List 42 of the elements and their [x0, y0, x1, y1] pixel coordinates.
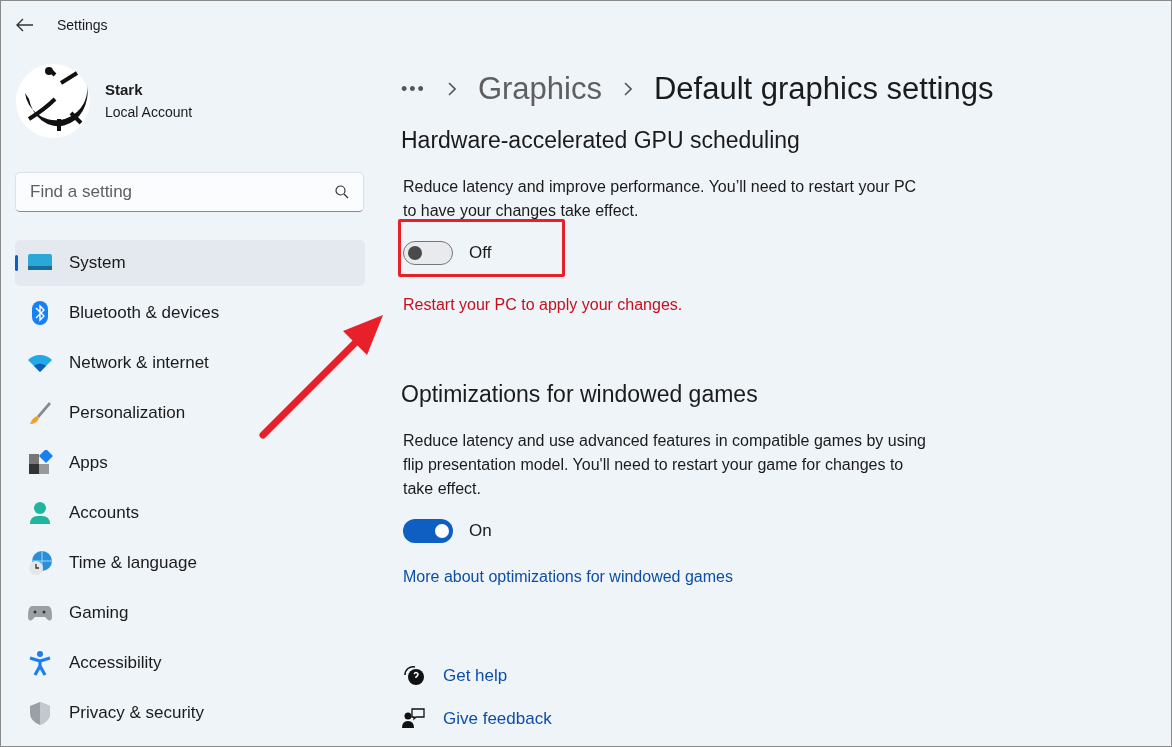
account-name: Stark [105, 80, 144, 101]
breadcrumb-item: Default graphics settings [653, 69, 994, 108]
section-title: Hardware-accelerated GPU scheduling [401, 126, 801, 155]
search-icon [335, 185, 349, 199]
sidebar-item[interactable]: Bluetooth & devices [15, 290, 365, 336]
toggle-label: Off [469, 242, 492, 265]
chevron-icon [447, 82, 456, 96]
breadcrumb-item[interactable]: Graphics [477, 65, 602, 113]
sidebar-item[interactable]: Personalization [15, 390, 365, 436]
person-icon [27, 500, 53, 526]
sidebar-item[interactable]: Time & language [15, 540, 365, 586]
paintbrush-icon [27, 400, 53, 426]
sidebar-item[interactable]: Apps [15, 440, 365, 486]
search-field[interactable]: Find a setting [15, 172, 364, 212]
account-type: Local Account [105, 102, 193, 122]
more-button[interactable]: ••• [401, 75, 426, 103]
sidebar-item[interactable]: Gaming [15, 590, 365, 636]
help-link[interactable]: Get help [443, 663, 508, 689]
help-icon [401, 664, 425, 687]
apps-icon [27, 450, 53, 476]
window-title: Settings [57, 15, 108, 35]
globe-clock-icon [27, 550, 53, 576]
avatar-icon [15, 63, 91, 139]
sidebar-item[interactable]: Network & internet [15, 340, 365, 386]
sidebar-item[interactable]: Accounts [15, 490, 365, 536]
section-title: Optimizations for windowed games [401, 380, 759, 409]
accessibility-icon [27, 650, 53, 676]
sidebar-item[interactable]: Privacy & security [15, 690, 365, 736]
learn-more-link[interactable]: More about optimizations for windowed games [403, 565, 1171, 589]
help-link[interactable]: Give feedback [443, 705, 552, 731]
warning-text: Restart your PC to apply your changes. [403, 295, 684, 315]
toggle-switch[interactable] [403, 519, 453, 543]
sidebar-item[interactable]: System [15, 240, 365, 286]
wifi-icon [27, 352, 53, 374]
feedback-icon [401, 707, 425, 730]
section-description: Reduce latency and improve performance. You’ll need to restart your PC to have your changes take effect. [403, 177, 918, 221]
shield-icon [27, 700, 53, 726]
toggle-switch[interactable] [403, 241, 453, 265]
sidebar-item[interactable]: Accessibility [15, 640, 365, 686]
toggle-label: On [469, 520, 492, 543]
chevron-icon [623, 82, 632, 96]
section-description: Reduce latency and use advanced features in compatible games by using flip presentation model. You'll need to restart your game for changes to take effect. [403, 431, 927, 499]
